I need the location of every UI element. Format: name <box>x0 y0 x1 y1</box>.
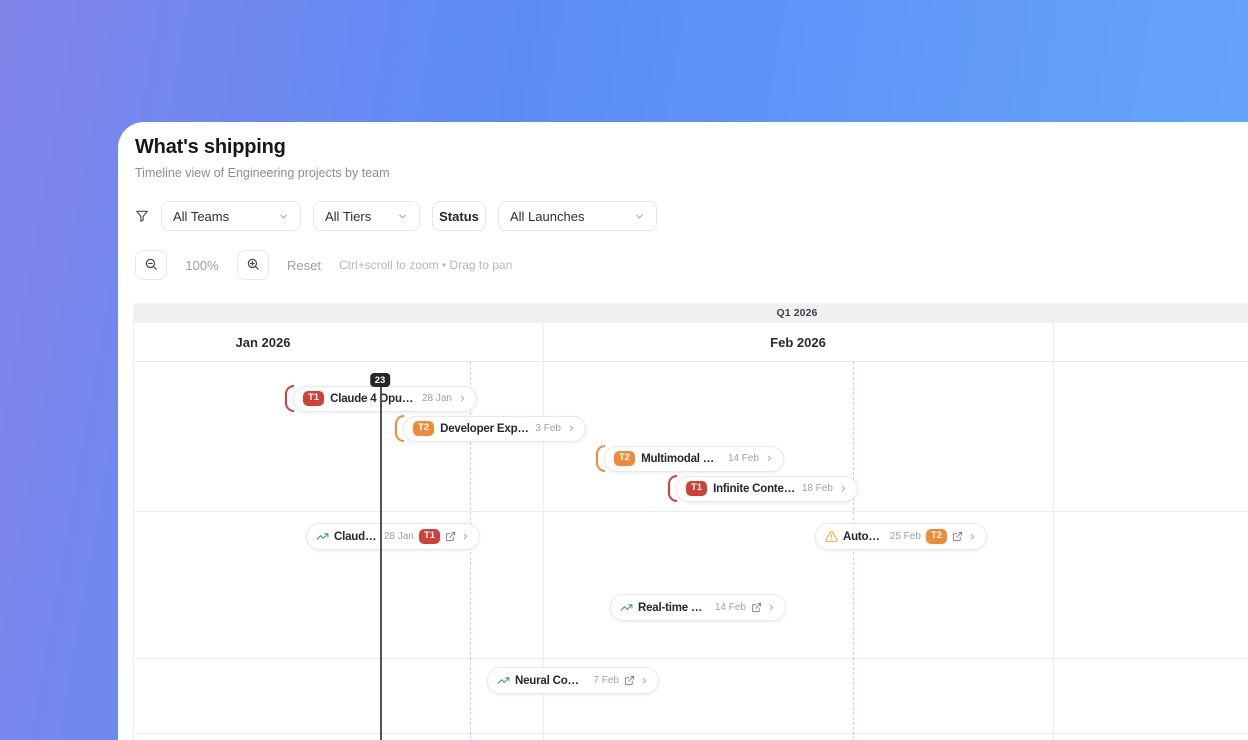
whats-shipping-card: What's shipping Timeline view of Enginee… <box>118 122 1248 740</box>
project-bar-developer-experience[interactable]: T2 Developer Experie... 3 Feb <box>395 415 586 442</box>
page-subtitle: Timeline view of Engineering projects by… <box>135 166 390 180</box>
teams-filter-dropdown[interactable]: All Teams <box>161 201 301 231</box>
filter-icon <box>135 209 149 223</box>
launch-label: Claude 4 ... <box>334 530 379 543</box>
tier-badge: T2 <box>413 421 435 436</box>
month-divider <box>1053 323 1054 740</box>
month-header-row: Jan 2026 Feb 2026 <box>133 323 1248 362</box>
zoom-out-icon <box>144 257 158 274</box>
reset-zoom-button[interactable]: Reset <box>287 258 321 273</box>
tier-badge: T1 <box>303 391 325 406</box>
launch-date: 7 Feb <box>593 675 619 686</box>
chevron-down-icon <box>278 211 289 222</box>
project-bar-infinite-context[interactable]: T1 Infinite Context + ... 18 Feb <box>668 475 858 502</box>
zoom-in-icon <box>246 257 260 274</box>
launch-label: Autonomo... <box>843 530 885 543</box>
launch-pill-realtime-multi[interactable]: Real-time Multi... 14 Feb <box>610 594 786 621</box>
chevron-right-icon <box>567 424 576 433</box>
project-label: Developer Experie... <box>440 422 529 435</box>
launch-pill-autonomous[interactable]: Autonomo... 25 Feb T2 <box>815 523 987 550</box>
zoom-toolbar: 100% Reset Ctrl+scroll to zoom • Drag to… <box>135 250 512 280</box>
tiers-filter-dropdown[interactable]: All Tiers <box>313 201 420 231</box>
external-link-icon <box>445 531 456 542</box>
tier-badge: T1 <box>418 529 440 544</box>
launch-label: Neural Computer... <box>515 674 589 687</box>
status-filter-button[interactable]: Status <box>432 201 486 231</box>
tier-badge: T1 <box>686 481 708 496</box>
chevron-down-icon <box>397 211 408 222</box>
row-divider <box>133 658 1248 659</box>
alert-triangle-icon <box>825 530 838 543</box>
trending-up-icon <box>497 674 510 687</box>
trending-up-icon <box>316 530 329 543</box>
tier-badge: T2 <box>614 451 636 466</box>
chevron-right-icon <box>765 454 774 463</box>
today-marker-line <box>380 375 382 740</box>
month-label-feb: Feb 2026 <box>770 335 826 350</box>
chevron-right-icon <box>839 484 848 493</box>
external-link-icon <box>952 531 963 542</box>
project-label: Infinite Context + ... <box>713 482 796 495</box>
zoom-level: 100% <box>185 257 219 273</box>
project-date: 18 Feb <box>801 483 833 494</box>
teams-filter-value: All Teams <box>173 208 230 224</box>
project-bar-multimodal-realtime[interactable]: T2 Multimodal Real-t... 14 Feb <box>596 445 784 472</box>
tier-badge: T2 <box>925 529 947 544</box>
row-divider <box>133 511 1248 512</box>
timeline-canvas[interactable]: Q1 2026 Jan 2026 Feb 2026 23 T1 Claude 4… <box>133 303 1248 740</box>
launch-pill-neural-computer[interactable]: Neural Computer... 7 Feb <box>487 667 659 694</box>
project-label: Multimodal Real-t... <box>641 452 722 465</box>
tiers-filter-value: All Tiers <box>325 208 372 224</box>
chevron-right-icon <box>461 532 470 541</box>
zoom-out-button[interactable] <box>135 250 167 280</box>
project-date: 14 Feb <box>727 453 759 464</box>
project-label: Claude 4 Opus + ... <box>330 392 416 405</box>
external-link-icon <box>751 602 762 613</box>
launch-pill-claude-4[interactable]: Claude 4 ... 28 Jan T1 <box>306 523 480 550</box>
project-date: 28 Jan <box>421 393 452 404</box>
page-title: What's shipping <box>135 136 286 158</box>
row-divider <box>133 733 1248 734</box>
month-label-jan: Jan 2026 <box>235 335 291 350</box>
launch-label: Real-time Multi... <box>638 601 710 614</box>
chevron-right-icon <box>767 603 776 612</box>
status-filter-label: Status <box>439 208 479 224</box>
external-link-icon <box>624 675 635 686</box>
quarter-label: Q1 2026 <box>776 307 818 319</box>
filter-toolbar: All Teams All Tiers Status All Launches <box>135 201 657 231</box>
zoom-in-button[interactable] <box>237 250 269 280</box>
today-marker-badge: 23 <box>370 373 390 387</box>
launches-filter-dropdown[interactable]: All Launches <box>498 201 657 231</box>
launch-date: 28 Jan <box>383 531 414 542</box>
chevron-down-icon <box>634 211 645 222</box>
timeline-grid <box>133 362 1248 740</box>
trending-up-icon <box>620 601 633 614</box>
chevron-right-icon <box>968 532 977 541</box>
chevron-right-icon <box>458 394 467 403</box>
milestone-dashed-line <box>853 362 854 740</box>
zoom-hint-text: Ctrl+scroll to zoom • Drag to pan <box>338 258 513 272</box>
launches-filter-value: All Launches <box>510 208 585 224</box>
launch-date: 14 Feb <box>714 602 746 613</box>
chevron-right-icon <box>640 676 649 685</box>
quarter-header: Q1 2026 <box>133 303 1248 323</box>
launch-date: 25 Feb <box>889 531 921 542</box>
project-date: 3 Feb <box>535 423 561 434</box>
